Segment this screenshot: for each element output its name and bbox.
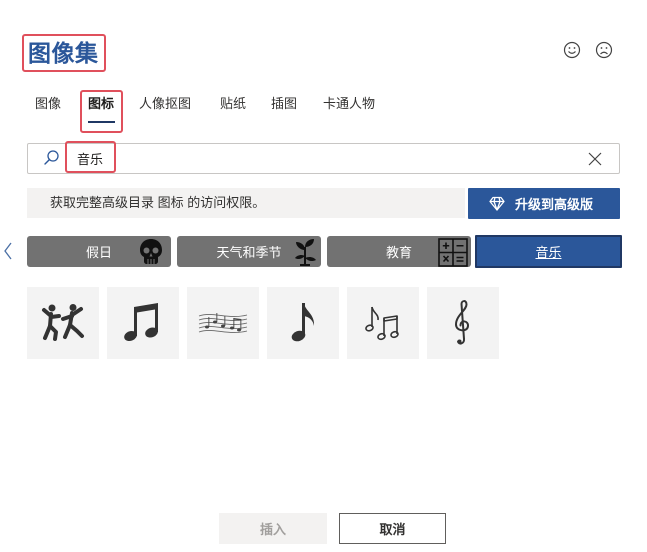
result-tile[interactable]	[427, 287, 499, 359]
smile-feedback-button[interactable]	[563, 41, 581, 59]
clear-search-button[interactable]	[587, 151, 603, 167]
tab-cutout-people[interactable]: 人像抠图	[139, 95, 191, 113]
frown-icon	[595, 41, 613, 59]
tab-icons[interactable]: 图标	[88, 95, 114, 113]
category-label: 天气和季节	[216, 245, 282, 260]
plant-icon	[295, 239, 316, 266]
search-input[interactable]	[27, 143, 620, 174]
eighth-note-icon	[291, 303, 315, 342]
tab-illustrations[interactable]: 插图	[271, 95, 297, 113]
tab-stickers[interactable]: 贴纸	[220, 95, 246, 113]
result-tile[interactable]	[347, 287, 419, 359]
cancel-button[interactable]: 取消	[339, 513, 446, 544]
diamond-icon	[489, 196, 505, 211]
result-tile[interactable]	[27, 287, 99, 359]
skull-icon	[140, 239, 162, 264]
close-icon	[588, 152, 602, 166]
premium-banner: 获取完整高级目录 图标 的访问权限。	[27, 188, 465, 218]
category-weather-seasons[interactable]: 天气和季节	[177, 236, 321, 267]
chevron-left-icon	[4, 242, 12, 260]
tab-selected-indicator	[88, 121, 115, 123]
category-holidays[interactable]: 假日	[27, 236, 171, 267]
note-pair-icon	[365, 306, 399, 341]
frown-feedback-button[interactable]	[595, 41, 613, 59]
dancers-icon	[42, 304, 84, 341]
music-staff-icon	[198, 313, 248, 333]
tab-images[interactable]: 图像	[35, 95, 61, 113]
tab-cartoon-people[interactable]: 卡通人物	[323, 95, 375, 113]
upgrade-button[interactable]: 升级到高级版	[468, 188, 620, 219]
category-label: 教育	[385, 245, 412, 260]
search-icon	[44, 150, 59, 165]
result-tile[interactable]	[267, 287, 339, 359]
treble-clef-icon	[454, 300, 469, 345]
insert-button[interactable]: 插入	[219, 513, 327, 544]
category-education[interactable]: 教育	[327, 236, 471, 267]
category-label: 假日	[85, 245, 112, 260]
category-prev-button[interactable]	[3, 242, 13, 260]
category-music[interactable]: 音乐	[475, 235, 622, 268]
calculator-icon	[438, 238, 468, 267]
smile-icon	[563, 41, 581, 59]
result-tile[interactable]	[107, 287, 179, 359]
category-label: 音乐	[535, 245, 562, 260]
beamed-notes-icon	[124, 303, 158, 342]
result-tile[interactable]	[187, 287, 259, 359]
dialog-title: 图像集	[28, 40, 99, 66]
upgrade-label: 升级到高级版	[515, 197, 594, 212]
